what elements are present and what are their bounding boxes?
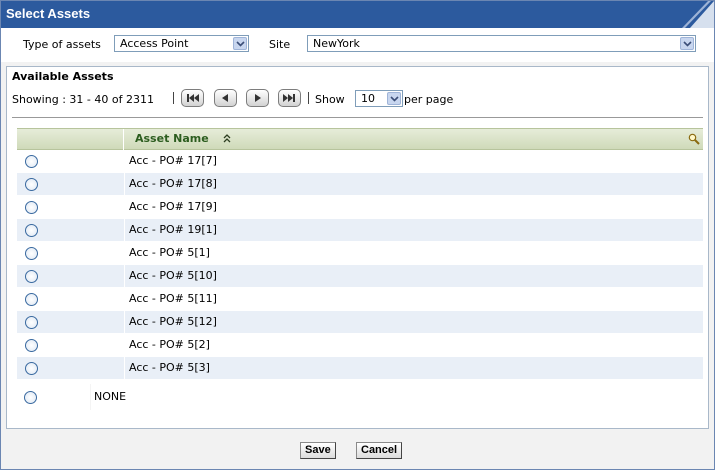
per-page-label: per page [404, 93, 454, 106]
next-page-icon [255, 94, 261, 102]
table-row: Acc - PO# 5[3] [17, 357, 703, 380]
table-row: Acc - PO# 17[9] [17, 196, 703, 219]
first-page-button[interactable] [181, 89, 204, 107]
row-radio[interactable] [25, 362, 38, 375]
table-row: Acc - PO# 5[1] [17, 242, 703, 265]
last-page-button[interactable] [278, 89, 301, 107]
select-column-header [17, 129, 124, 150]
table-row: Acc - PO# 5[12] [17, 311, 703, 334]
none-label: NONE [94, 390, 127, 403]
asset-name: Acc - PO# 19[1] [129, 223, 217, 236]
first-page-icon [187, 94, 199, 102]
type-of-assets-value: Access Point [120, 37, 189, 50]
prev-page-button[interactable] [214, 89, 237, 107]
asset-name: Acc - PO# 5[1] [129, 246, 210, 259]
cancel-button[interactable]: Cancel [356, 442, 403, 459]
filter-row: Type of assets Access Point Site NewYork [1, 28, 714, 62]
showing-range: Showing : 31 - 40 of 2311 [12, 93, 154, 106]
row-radio[interactable] [25, 224, 38, 237]
none-radio[interactable] [24, 391, 37, 404]
table-row: Acc - PO# 17[8] [17, 173, 703, 196]
pager-separator [308, 92, 309, 104]
table-row: Acc - PO# 5[11] [17, 288, 703, 311]
assets-grid: Asset Name Acc - PO# 17[7] Acc - PO# 17[… [17, 128, 703, 380]
pager-separator [173, 92, 174, 104]
sort-ascending-icon[interactable] [223, 134, 231, 144]
last-page-icon [283, 94, 295, 102]
row-radio[interactable] [25, 247, 38, 260]
save-button[interactable]: Save [300, 442, 336, 459]
grid-header: Asset Name [17, 128, 703, 150]
panel-title: Available Assets [12, 70, 114, 83]
row-radio[interactable] [25, 339, 38, 352]
asset-name-column-header[interactable]: Asset Name [135, 132, 209, 145]
dialog-footer: Save Cancel [6, 433, 709, 465]
type-of-assets-select[interactable]: Access Point [114, 35, 249, 52]
row-radio[interactable] [25, 293, 38, 306]
chevron-down-icon[interactable] [680, 37, 694, 50]
select-assets-dialog: Select Assets Type of assets Access Poin… [0, 0, 715, 470]
prev-page-icon [222, 94, 228, 102]
asset-name: Acc - PO# 5[10] [129, 269, 217, 282]
asset-name: Acc - PO# 17[7] [129, 154, 217, 167]
table-row: Acc - PO# 5[2] [17, 334, 703, 357]
table-row: Acc - PO# 17[7] [17, 150, 703, 173]
row-radio[interactable] [25, 178, 38, 191]
row-radio[interactable] [25, 316, 38, 329]
next-page-button[interactable] [246, 89, 269, 107]
asset-name: Acc - PO# 17[9] [129, 200, 217, 213]
show-label: Show [315, 93, 345, 106]
table-row: Acc - PO# 19[1] [17, 219, 703, 242]
chevron-down-icon[interactable] [387, 92, 401, 105]
page-size-select[interactable]: 10 [355, 90, 403, 107]
panel-divider [12, 117, 703, 118]
dialog-title: Select Assets [6, 6, 91, 21]
row-radio[interactable] [25, 270, 38, 283]
title-bar: Select Assets [1, 1, 714, 28]
row-radio[interactable] [25, 155, 38, 168]
site-select[interactable]: NewYork [307, 35, 696, 52]
search-icon[interactable] [688, 133, 700, 145]
asset-name: Acc - PO# 5[2] [129, 338, 210, 351]
site-value: NewYork [313, 37, 360, 50]
asset-name: Acc - PO# 5[12] [129, 315, 217, 328]
pager: Showing : 31 - 40 of 2311 Show 10 per pa… [12, 89, 702, 109]
row-radio[interactable] [25, 201, 38, 214]
asset-name: Acc - PO# 5[3] [129, 361, 210, 374]
available-assets-panel: Available Assets Showing : 31 - 40 of 23… [6, 66, 709, 429]
asset-name: Acc - PO# 17[8] [129, 177, 217, 190]
type-of-assets-label: Type of assets [23, 38, 101, 51]
site-label: Site [269, 38, 291, 51]
asset-name: Acc - PO# 5[11] [129, 292, 217, 305]
table-row: Acc - PO# 5[10] [17, 265, 703, 288]
title-corner-decoration [682, 1, 714, 28]
page-size-value: 10 [361, 92, 375, 105]
chevron-down-icon[interactable] [233, 37, 247, 50]
none-option-row: NONE [17, 384, 703, 410]
